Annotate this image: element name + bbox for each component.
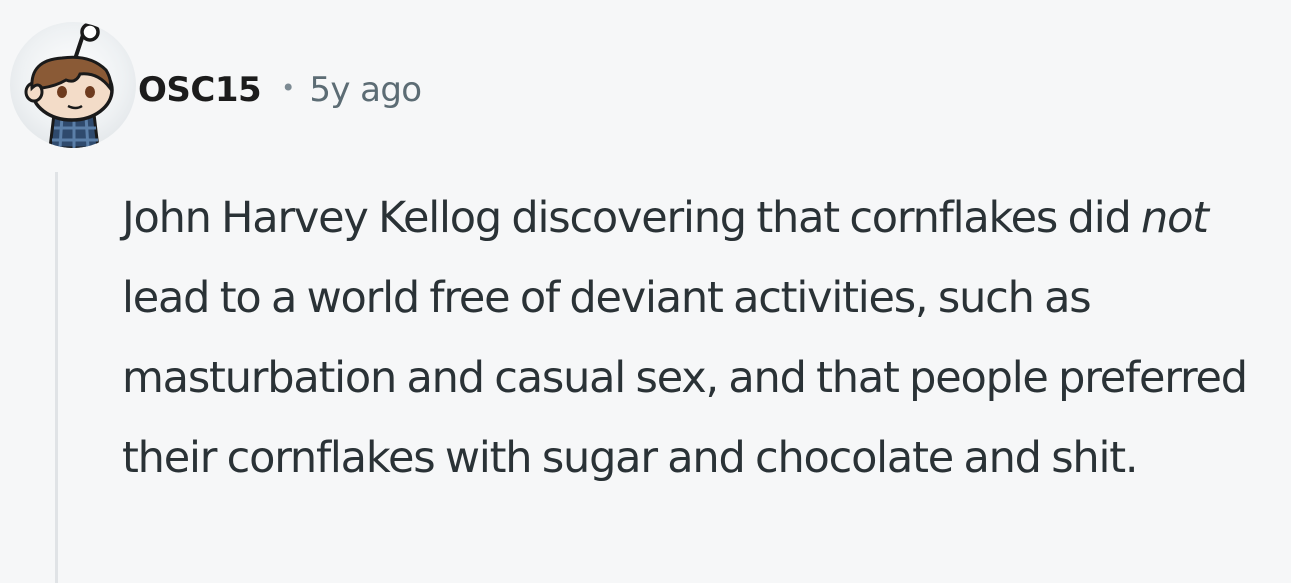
comment-body: John Harvey Kellog discovering that corn… (122, 178, 1287, 498)
comment-text-part-1: John Harvey Kellog discovering that corn… (122, 193, 1142, 243)
comment-text: John Harvey Kellog discovering that corn… (122, 178, 1287, 498)
username-link[interactable]: OSC15 (138, 70, 262, 110)
thread-line[interactable] (55, 172, 58, 583)
meta-separator: • (281, 74, 296, 102)
snoo-avatar-icon[interactable] (10, 22, 136, 148)
comment-timestamp[interactable]: 5y ago (309, 70, 422, 110)
comment: OSC15 • 5y ago John Harvey Kellog discov… (0, 0, 1291, 583)
comment-text-part-2: lead to a world free of deviant activiti… (122, 273, 1248, 483)
comment-header: OSC15 • 5y ago (138, 62, 422, 118)
comment-text-emphasis: not (1141, 193, 1209, 243)
